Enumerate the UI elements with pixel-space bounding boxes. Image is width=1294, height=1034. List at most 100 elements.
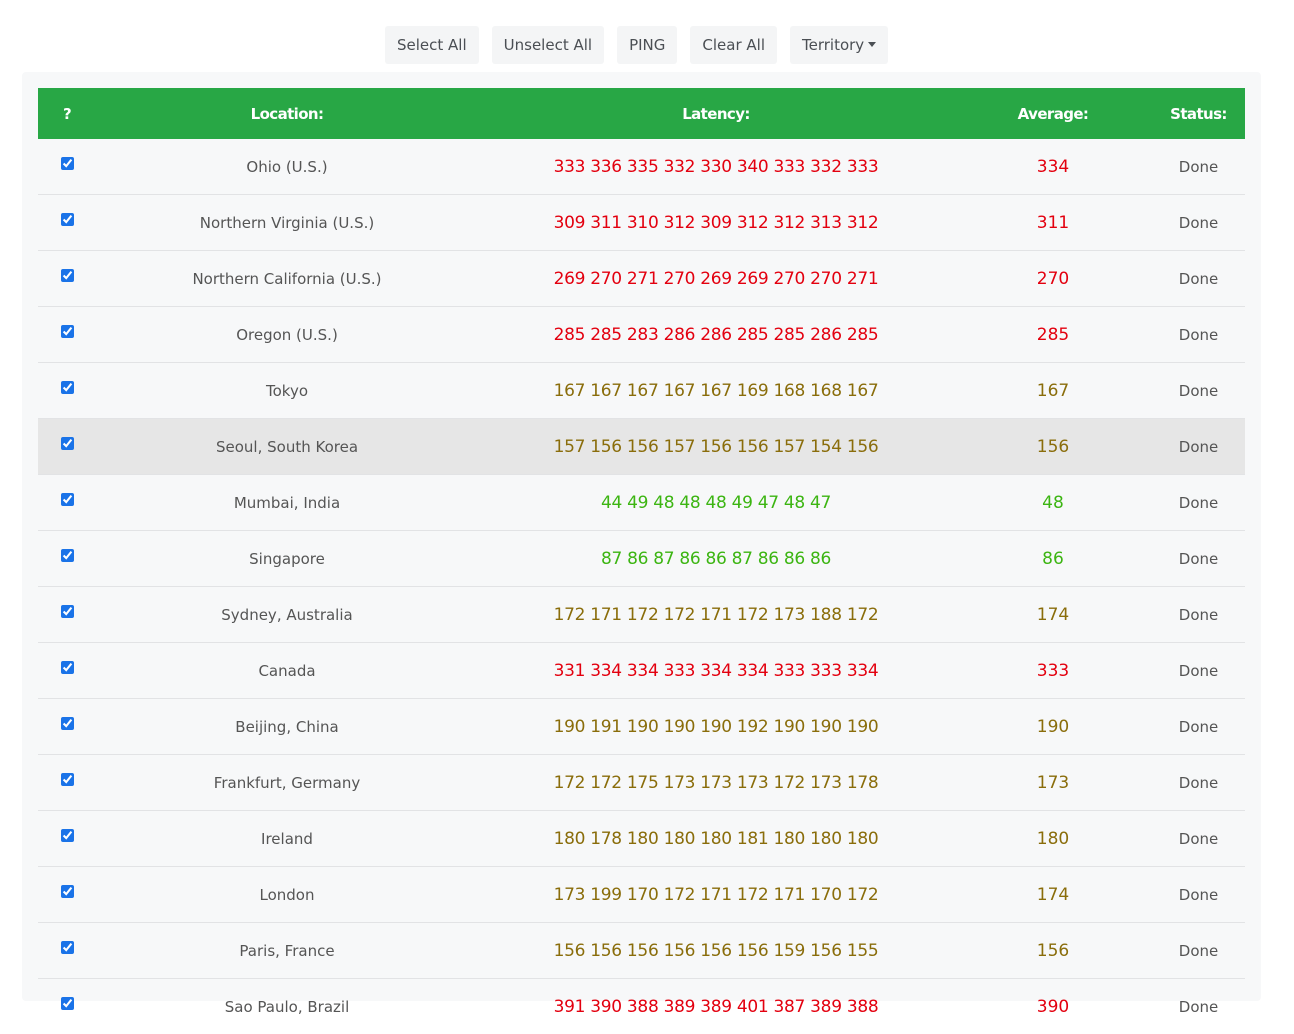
status-cell: Done <box>1152 755 1245 811</box>
average-cell: 333 <box>954 643 1152 699</box>
table-row: Paris, France156 156 156 156 156 156 159… <box>38 923 1245 979</box>
table-row: Northern Virginia (U.S.)309 311 310 312 … <box>38 195 1245 251</box>
status-cell: Done <box>1152 979 1245 1034</box>
row-select-checkbox[interactable] <box>61 493 74 506</box>
location-cell: Mumbai, India <box>96 475 478 531</box>
latency-cell: 309 311 310 312 309 312 312 313 312 <box>478 195 954 251</box>
row-select-checkbox[interactable] <box>61 605 74 618</box>
table-row: Ireland180 178 180 180 180 181 180 180 1… <box>38 811 1245 867</box>
results-card: ? Location: Latency: Average: Status: Oh… <box>22 72 1261 1001</box>
latency-cell: 173 199 170 172 171 172 171 170 172 <box>478 867 954 923</box>
row-select-cell <box>38 419 96 475</box>
row-select-cell <box>38 979 96 1034</box>
table-header-row: ? Location: Latency: Average: Status: <box>38 88 1245 139</box>
status-cell: Done <box>1152 811 1245 867</box>
latency-cell: 180 178 180 180 180 181 180 180 180 <box>478 811 954 867</box>
latency-cell: 269 270 271 270 269 269 270 270 271 <box>478 251 954 307</box>
header-latency: Latency: <box>478 88 954 139</box>
table-row: Tokyo167 167 167 167 167 169 168 168 167… <box>38 363 1245 419</box>
status-cell: Done <box>1152 475 1245 531</box>
table-row: Sydney, Australia172 171 172 172 171 172… <box>38 587 1245 643</box>
row-select-checkbox[interactable] <box>61 829 74 842</box>
row-select-checkbox[interactable] <box>61 437 74 450</box>
location-cell: Singapore <box>96 531 478 587</box>
row-select-cell <box>38 195 96 251</box>
row-select-checkbox[interactable] <box>61 213 74 226</box>
header-location: Location: <box>96 88 478 139</box>
location-cell: Ohio (U.S.) <box>96 139 478 195</box>
average-cell: 390 <box>954 979 1152 1034</box>
average-cell: 174 <box>954 587 1152 643</box>
average-cell: 156 <box>954 419 1152 475</box>
status-cell: Done <box>1152 699 1245 755</box>
select-all-button[interactable]: Select All <box>385 26 479 64</box>
latency-cell: 156 156 156 156 156 156 159 156 155 <box>478 923 954 979</box>
status-cell: Done <box>1152 139 1245 195</box>
row-select-cell <box>38 811 96 867</box>
average-cell: 270 <box>954 251 1152 307</box>
row-select-cell <box>38 139 96 195</box>
status-cell: Done <box>1152 195 1245 251</box>
table-row: Northern California (U.S.)269 270 271 27… <box>38 251 1245 307</box>
territory-dropdown[interactable]: Territory <box>790 26 888 64</box>
row-select-cell <box>38 475 96 531</box>
latency-cell: 391 390 388 389 389 401 387 389 388 <box>478 979 954 1034</box>
row-select-cell <box>38 363 96 419</box>
row-select-cell <box>38 755 96 811</box>
header-average: Average: <box>954 88 1152 139</box>
caret-down-icon <box>868 42 876 47</box>
average-cell: 311 <box>954 195 1152 251</box>
average-cell: 190 <box>954 699 1152 755</box>
table-row: Beijing, China190 191 190 190 190 192 19… <box>38 699 1245 755</box>
row-select-checkbox[interactable] <box>61 773 74 786</box>
latency-cell: 331 334 334 333 334 334 333 333 334 <box>478 643 954 699</box>
table-body: Ohio (U.S.)333 336 335 332 330 340 333 3… <box>38 139 1245 1034</box>
table-row: Canada331 334 334 333 334 334 333 333 33… <box>38 643 1245 699</box>
unselect-all-button[interactable]: Unselect All <box>492 26 604 64</box>
clear-all-button[interactable]: Clear All <box>690 26 777 64</box>
average-cell: 285 <box>954 307 1152 363</box>
average-cell: 334 <box>954 139 1152 195</box>
latency-cell: 285 285 283 286 286 285 285 286 285 <box>478 307 954 363</box>
average-cell: 48 <box>954 475 1152 531</box>
location-cell: Seoul, South Korea <box>96 419 478 475</box>
ping-button[interactable]: PING <box>617 26 677 64</box>
row-select-cell <box>38 867 96 923</box>
row-select-checkbox[interactable] <box>61 269 74 282</box>
location-cell: Canada <box>96 643 478 699</box>
location-cell: Tokyo <box>96 363 478 419</box>
row-select-checkbox[interactable] <box>61 997 74 1010</box>
row-select-cell <box>38 699 96 755</box>
row-select-checkbox[interactable] <box>61 717 74 730</box>
row-select-checkbox[interactable] <box>61 157 74 170</box>
location-cell: Oregon (U.S.) <box>96 307 478 363</box>
row-select-checkbox[interactable] <box>61 325 74 338</box>
toolbar: Select All Unselect All PING Clear All T… <box>385 26 888 64</box>
latency-cell: 167 167 167 167 167 169 168 168 167 <box>478 363 954 419</box>
status-cell: Done <box>1152 251 1245 307</box>
location-cell: Sydney, Australia <box>96 587 478 643</box>
row-select-checkbox[interactable] <box>61 549 74 562</box>
latency-cell: 190 191 190 190 190 192 190 190 190 <box>478 699 954 755</box>
row-select-cell <box>38 587 96 643</box>
row-select-cell <box>38 251 96 307</box>
location-cell: Sao Paulo, Brazil <box>96 979 478 1034</box>
table-row: Seoul, South Korea157 156 156 157 156 15… <box>38 419 1245 475</box>
row-select-checkbox[interactable] <box>61 661 74 674</box>
latency-table: ? Location: Latency: Average: Status: Oh… <box>38 88 1245 1034</box>
latency-cell: 87 86 87 86 86 87 86 86 86 <box>478 531 954 587</box>
location-cell: Frankfurt, Germany <box>96 755 478 811</box>
table-row: Ohio (U.S.)333 336 335 332 330 340 333 3… <box>38 139 1245 195</box>
row-select-checkbox[interactable] <box>61 941 74 954</box>
territory-dropdown-label: Territory <box>802 36 864 54</box>
row-select-checkbox[interactable] <box>61 885 74 898</box>
row-select-cell <box>38 923 96 979</box>
location-cell: Beijing, China <box>96 699 478 755</box>
table-row: Singapore87 86 87 86 86 87 86 86 8686Don… <box>38 531 1245 587</box>
average-cell: 174 <box>954 867 1152 923</box>
location-cell: Northern California (U.S.) <box>96 251 478 307</box>
status-cell: Done <box>1152 307 1245 363</box>
status-cell: Done <box>1152 531 1245 587</box>
row-select-cell <box>38 531 96 587</box>
row-select-checkbox[interactable] <box>61 381 74 394</box>
